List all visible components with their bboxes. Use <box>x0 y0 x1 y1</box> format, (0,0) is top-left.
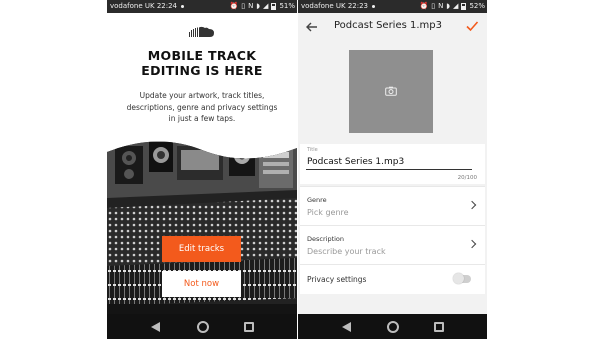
description-line: Update your artwork, track titles, <box>139 91 265 100</box>
toggle-knob <box>453 273 464 284</box>
nav-recent-apps-icon[interactable] <box>244 322 254 332</box>
battery-percent: 52% <box>469 2 485 10</box>
checkmark-icon[interactable] <box>465 19 479 33</box>
privacy-settings-row: Privacy settings <box>300 264 485 294</box>
headline-line: MOBILE TRACK <box>147 48 257 63</box>
chevron-right-icon <box>467 200 477 210</box>
soundcloud-cloud-icon <box>189 26 214 37</box>
status-carrier-time: vodafone UK 22:23 <box>301 0 376 13</box>
notification-dot-icon <box>181 4 185 8</box>
vibrate-icon: ▯ <box>431 2 436 10</box>
battery-icon <box>461 3 467 10</box>
android-nav-bar <box>107 314 297 339</box>
nav-home-icon[interactable] <box>197 321 209 333</box>
edit-tracks-button[interactable]: Edit tracks <box>162 236 241 262</box>
promo-description: Update your artwork, track titles, descr… <box>111 90 293 125</box>
title-label: Title <box>307 147 318 153</box>
wifi-icon: ◗ <box>256 2 261 10</box>
genre-row[interactable]: Genre Pick genre <box>300 186 485 225</box>
vibrate-icon: ▯ <box>241 2 246 10</box>
battery-percent: 51% <box>279 2 295 10</box>
signal-icon: ◢ <box>453 2 459 10</box>
description-row[interactable]: Description Describe your track <box>300 225 485 264</box>
privacy-toggle[interactable] <box>453 273 471 284</box>
battery-icon <box>271 3 277 10</box>
description-placeholder: Describe your track <box>307 247 386 256</box>
nav-home-icon[interactable] <box>387 321 399 333</box>
nav-recent-apps-icon[interactable] <box>434 322 444 332</box>
status-bar: vodafone UK 22:23 ⏰ ▯ N ◗ ◢ 52% <box>298 0 487 13</box>
genre-placeholder: Pick genre <box>307 208 349 217</box>
left-phone-screen: vodafone UK 22:24 ⏰ ▯ N ◗ ◢ 51% MOBILE T… <box>107 0 297 339</box>
right-phone-screen: vodafone UK 22:23 ⏰ ▯ N ◗ ◢ 52% Podcast … <box>298 0 487 339</box>
status-icons: ⏰ ▯ N ◗ ◢ 52% <box>420 0 485 13</box>
signal-icon: ◢ <box>263 2 269 10</box>
headline-line: EDITING IS HERE <box>141 63 263 78</box>
arrow-left-icon[interactable] <box>304 19 320 35</box>
chevron-right-icon <box>467 239 477 249</box>
not-now-button[interactable]: Not now <box>162 271 241 297</box>
description-line: in just a few taps. <box>168 114 236 123</box>
nav-back-icon[interactable] <box>151 322 160 332</box>
title-input[interactable] <box>306 155 472 170</box>
character-counter: 20/100 <box>457 175 477 181</box>
alarm-icon: ⏰ <box>419 2 429 10</box>
alarm-icon: ⏰ <box>229 2 239 10</box>
artwork-picker[interactable] <box>349 50 433 133</box>
notification-dot-icon <box>372 4 376 8</box>
promo-headline: MOBILE TRACK EDITING IS HERE <box>107 48 297 78</box>
status-carrier-time: vodafone UK 22:24 <box>110 0 185 13</box>
nav-back-icon[interactable] <box>342 322 351 332</box>
genre-label: Genre <box>307 196 327 204</box>
wifi-icon: ◗ <box>446 2 451 10</box>
android-nav-bar <box>298 314 487 339</box>
status-icons: ⏰ ▯ N ◗ ◢ 51% <box>230 0 295 13</box>
description-line: descriptions, genre and privacy settings <box>126 102 278 112</box>
camera-icon <box>385 86 397 96</box>
description-label: Description <box>307 235 345 243</box>
nfc-icon: N <box>438 2 444 10</box>
privacy-settings-label: Privacy settings <box>307 275 367 284</box>
status-bar: vodafone UK 22:24 ⏰ ▯ N ◗ ◢ 51% <box>107 0 297 13</box>
page-title: Podcast Series 1.mp3 <box>334 20 442 31</box>
title-field-card: Title 20/100 <box>300 144 485 184</box>
nfc-icon: N <box>248 2 254 10</box>
edit-toolbar: Podcast Series 1.mp3 <box>298 13 487 41</box>
